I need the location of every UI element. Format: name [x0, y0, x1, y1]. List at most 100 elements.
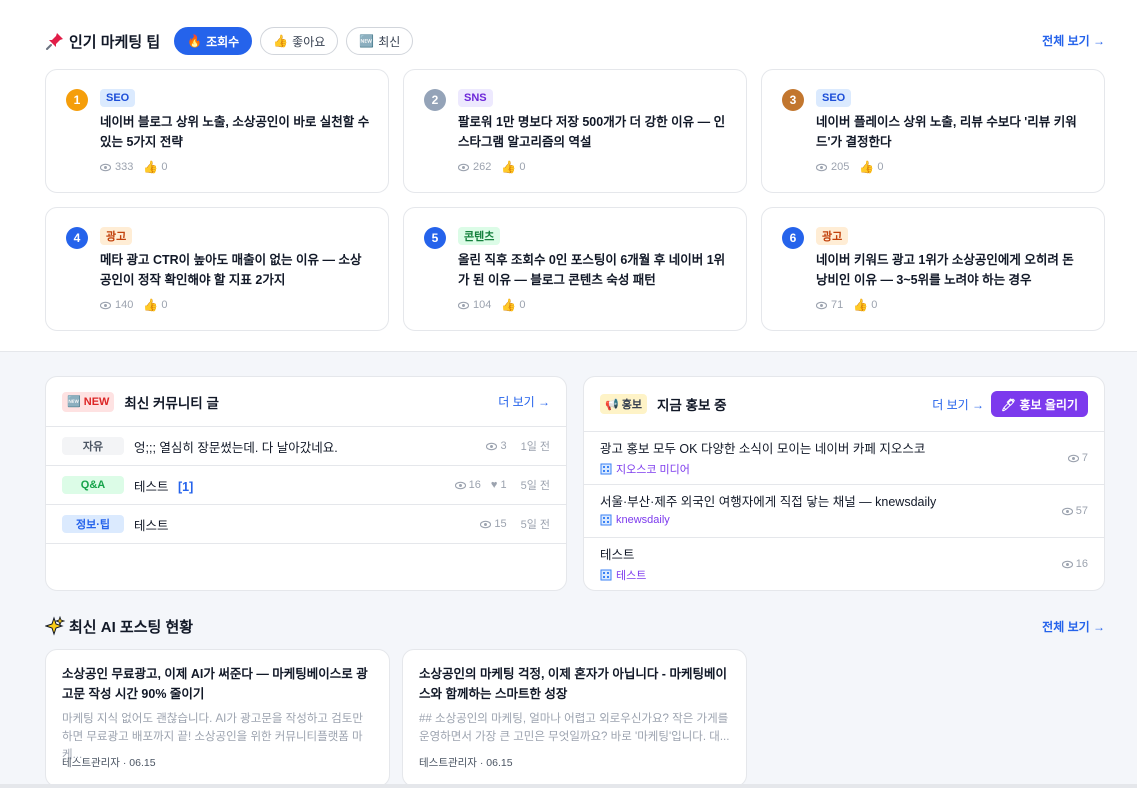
sparkles-icon — [45, 616, 65, 636]
tip-tag: 콘텐츠 — [458, 227, 501, 245]
community-row[interactable]: Q&A 테스트 [1] 16 ♥ 1 5일 전 — [46, 466, 566, 505]
bottom-area: 🆕 NEW 최신 커뮤니티 글 더 보기 → 자유 엉;;; 열심히 장문썼는데… — [0, 352, 1137, 788]
eye-icon — [454, 481, 466, 489]
community-views: 3 — [500, 440, 507, 452]
community-more-link[interactable]: 더 보기 → — [498, 393, 550, 410]
thumbs-up-icon: 👍 — [859, 160, 875, 174]
popular-tips-section: 인기 마케팅 팁 🔥 조회수 👍 좋아요 🆕 최신 전체 보기 → 1 SEO … — [0, 0, 1137, 352]
promo-badge: 📢 홍보 — [600, 394, 647, 414]
eye-icon — [1067, 454, 1079, 462]
eye-icon — [458, 301, 469, 309]
tips-see-all-link[interactable]: 전체 보기 → — [1042, 32, 1105, 49]
category-badge: Q&A — [62, 476, 124, 494]
community-post-title: 엉;;; 열심히 장문썼는데. 다 날아갔네요. — [134, 440, 338, 455]
filter-likes-label: 좋아요 — [292, 34, 326, 49]
thumbs-up-icon: 👍 — [853, 298, 869, 312]
promo-more-link[interactable]: 더 보기 → — [932, 396, 984, 413]
tip-card[interactable]: 2 SNS 팔로워 1만 명보다 저장 500개가 더 강한 이유 — 인스타그… — [403, 69, 747, 193]
ai-posting-title-text: 최신 AI 포스팅 현황 — [69, 618, 194, 636]
eye-icon — [100, 163, 111, 171]
eye-icon — [480, 520, 492, 528]
rank-badge: 1 — [66, 89, 88, 111]
community-row-meta: 3 1일 전 — [486, 438, 550, 454]
tip-title: 올린 직후 조회수 0인 포스팅이 6개월 후 네이버 1위가 된 이유 — 블… — [458, 253, 726, 287]
new-badge-icon: 🆕 — [359, 34, 375, 48]
ai-see-all-link[interactable]: 전체 보기 → — [1042, 618, 1105, 635]
ai-post-card[interactable]: 소상공인의 마케팅 걱정, 이제 혼자가 아닙니다 - 마케팅베이스와 함께하는… — [402, 649, 747, 787]
eye-icon — [100, 301, 111, 309]
new-badge: 🆕 NEW — [62, 391, 115, 412]
community-row[interactable]: 정보·팁 테스트 15 5일 전 — [46, 505, 566, 544]
tip-views: 262 — [473, 161, 492, 173]
thumbs-up-icon: 👍 — [501, 298, 517, 312]
filter-views-pill[interactable]: 🔥 조회수 — [174, 27, 253, 55]
tip-likes: 0 — [877, 161, 884, 173]
tip-title: 메타 광고 CTR이 높아도 매출이 없는 이유 — 소상공인이 정작 확인해야… — [100, 253, 362, 287]
thumbs-up-icon: 👍 — [143, 298, 159, 312]
promo-views: 16 — [1061, 558, 1088, 570]
tip-views: 205 — [831, 161, 850, 173]
ai-post-title: 소상공인 무료광고, 이제 AI가 써준다 — 마케팅베이스로 광고문 작성 시… — [62, 667, 368, 701]
thumbs-up-icon: 👍 — [501, 160, 517, 174]
promo-row-title: 서울·부산·제주 외국인 여행자에게 직접 닿는 채널 — knewsdaily — [600, 495, 937, 509]
tip-views: 104 — [473, 299, 492, 311]
community-post-title: 테스트 — [134, 518, 169, 533]
eye-icon — [458, 163, 469, 171]
ai-post-card[interactable]: 소상공인 무료광고, 이제 AI가 써준다 — 마케팅베이스로 광고문 작성 시… — [45, 649, 390, 787]
category-badge: 정보·팁 — [62, 515, 124, 533]
community-row-meta: 16 ♥ 1 5일 전 — [454, 477, 550, 493]
promo-views: 7 — [1067, 452, 1088, 464]
ai-posts-list: 소상공인 무료광고, 이제 AI가 써준다 — 마케팅베이스로 광고문 작성 시… — [45, 649, 759, 787]
community-header: 🆕 NEW 최신 커뮤니티 글 더 보기 → — [46, 377, 566, 427]
promo-card: 📢 홍보 지금 홍보 중 더 보기 → 🖊 홍보 올리기 광고 홍보 모두 OK… — [583, 376, 1105, 591]
tip-meta: 140 👍 0 — [100, 298, 167, 312]
post-promo-button[interactable]: 🖊 홍보 올리기 — [990, 391, 1088, 417]
community-date: 1일 전 — [520, 441, 550, 453]
community-likes: 1 — [500, 479, 507, 491]
promo-row[interactable]: 광고 홍보 모두 OK 다양한 소식이 모이는 네이버 카페 지오스코 지오스코… — [584, 432, 1104, 485]
ai-posting-title: 최신 AI 포스팅 현황 — [45, 616, 193, 637]
ai-post-title: 소상공인의 마케팅 걱정, 이제 혼자가 아닙니다 - 마케팅베이스와 함께하는… — [419, 667, 727, 701]
community-views: 16 — [468, 479, 481, 491]
promo-source-name: knewsdaily — [616, 514, 670, 526]
community-row-meta: 15 5일 전 — [480, 516, 550, 532]
rank-badge: 2 — [424, 89, 446, 111]
tip-views: 333 — [115, 161, 134, 173]
community-row[interactable]: 자유 엉;;; 열심히 장문썼는데. 다 날아갔네요. 3 1일 전 — [46, 427, 566, 466]
tip-tag: SNS — [458, 89, 493, 107]
building-icon — [600, 569, 612, 581]
promo-header: 📢 홍보 지금 홍보 중 더 보기 → 🖊 홍보 올리기 — [584, 377, 1104, 432]
filter-latest-label: 최신 — [378, 34, 401, 49]
promo-row[interactable]: 서울·부산·제주 외국인 여행자에게 직접 닿는 채널 — knewsdaily… — [584, 485, 1104, 538]
thumbs-up-icon: 👍 — [273, 34, 289, 48]
rank-badge: 4 — [66, 227, 88, 249]
tip-card[interactable]: 4 광고 메타 광고 CTR이 높아도 매출이 없는 이유 — 소상공인이 정작… — [45, 207, 389, 331]
tip-card[interactable]: 3 SEO 네이버 플레이스 상위 노출, 리뷰 수보다 '리뷰 키워드'가 결… — [761, 69, 1105, 193]
community-card: 🆕 NEW 최신 커뮤니티 글 더 보기 → 자유 엉;;; 열심히 장문썼는데… — [45, 376, 567, 591]
eye-icon — [816, 301, 827, 309]
tip-views: 71 — [831, 299, 844, 311]
heart-icon: ♥ — [490, 479, 498, 491]
community-title: 최신 커뮤니티 글 — [124, 395, 219, 411]
tips-grid: 1 SEO 네이버 블로그 상위 노출, 소상공인이 바로 실천할 수 있는 5… — [45, 69, 1105, 331]
tip-likes: 0 — [871, 299, 878, 311]
filter-likes-pill[interactable]: 👍 좋아요 — [260, 27, 339, 55]
ai-post-byline: 테스트관리자 · 06.15 — [419, 757, 513, 769]
rank-badge: 3 — [782, 89, 804, 111]
filter-latest-pill[interactable]: 🆕 최신 — [346, 27, 414, 55]
tip-title: 팔로워 1만 명보다 저장 500개가 더 강한 이유 — 인스타그램 알고리즘… — [458, 115, 726, 149]
community-post-title-text: 테스트 — [134, 479, 169, 494]
ai-post-byline: 테스트관리자 · 06.15 — [62, 757, 156, 769]
tip-card[interactable]: 6 광고 네이버 키워드 광고 1위가 소상공인에게 오히려 돈 낭비인 이유 … — [761, 207, 1105, 331]
tip-tag: 광고 — [100, 227, 133, 245]
fire-icon: 🔥 — [187, 34, 203, 48]
promo-row[interactable]: 테스트 테스트 16 — [584, 538, 1104, 590]
tip-card[interactable]: 5 콘텐츠 올린 직후 조회수 0인 포스팅이 6개월 후 네이버 1위가 된 … — [403, 207, 747, 331]
tip-card[interactable]: 1 SEO 네이버 블로그 상위 노출, 소상공인이 바로 실천할 수 있는 5… — [45, 69, 389, 193]
scroll-divider — [0, 784, 1137, 788]
promo-views: 57 — [1061, 505, 1088, 517]
community-date: 5일 전 — [520, 519, 550, 531]
tip-likes: 0 — [161, 161, 168, 173]
popular-tips-header: 인기 마케팅 팁 🔥 조회수 👍 좋아요 🆕 최신 전체 보기 → — [45, 26, 1105, 56]
tip-title: 네이버 키워드 광고 1위가 소상공인에게 오히려 돈 낭비인 이유 — 3~5… — [816, 253, 1074, 287]
